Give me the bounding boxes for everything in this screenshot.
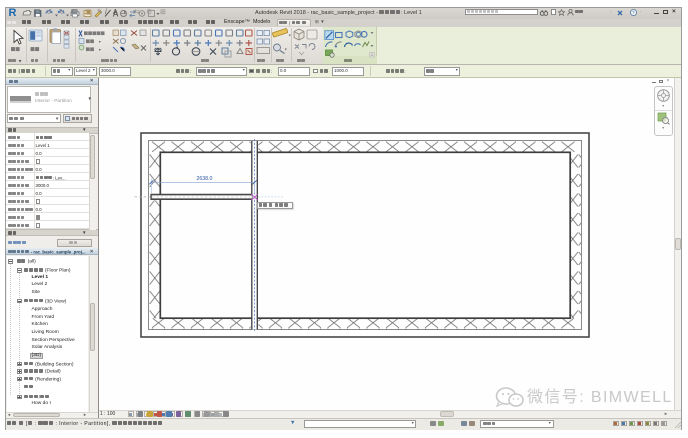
svg-text:▼: ▼ [98, 48, 102, 52]
svg-text:▼: ▼ [284, 47, 288, 51]
svg-text:2638.0: 2638.0 [196, 176, 212, 182]
svg-text:▼: ▼ [98, 40, 102, 44]
svg-text:▼: ▼ [288, 33, 292, 37]
